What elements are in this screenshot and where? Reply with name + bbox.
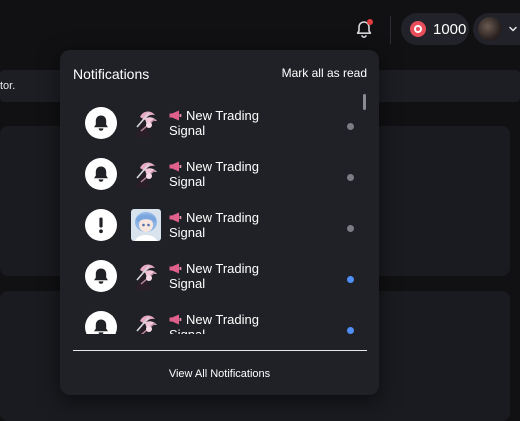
bell-icon xyxy=(85,260,117,292)
header-divider xyxy=(390,16,391,44)
avatar xyxy=(478,17,502,41)
notification-item[interactable]: New TradingSignal xyxy=(60,303,379,334)
exclamation-icon xyxy=(85,209,117,241)
notification-thumbnail xyxy=(131,260,161,292)
coin-icon xyxy=(410,21,426,37)
megaphone-icon xyxy=(169,263,182,274)
notification-thumbnail xyxy=(131,107,161,139)
notification-title-line2: Signal xyxy=(169,174,206,189)
scrollbar[interactable] xyxy=(363,92,367,332)
notification-title: New TradingSignal xyxy=(169,312,279,334)
notification-title: New TradingSignal xyxy=(169,108,279,138)
megaphone-icon xyxy=(169,161,182,172)
read-indicator xyxy=(347,225,354,232)
notification-title: New TradingSignal xyxy=(169,159,279,189)
unread-indicator xyxy=(347,276,354,283)
unread-indicator xyxy=(347,327,354,334)
info-strip-text: tor. xyxy=(0,80,16,92)
notifications-list[interactable]: New Trading Signal New Trading Signal New Tr… xyxy=(60,92,379,334)
notification-item[interactable]: New TradingSignal xyxy=(60,201,379,252)
notification-title-line2: Signal xyxy=(169,276,206,291)
notification-item[interactable]: New TradingSignal xyxy=(60,150,379,201)
notification-thumbnail xyxy=(131,311,161,334)
notification-thumbnail xyxy=(131,158,161,190)
bell-icon xyxy=(85,311,117,334)
bell-icon xyxy=(85,158,117,190)
notification-title-line2: Signal xyxy=(169,225,206,240)
notification-title-line2: Signal xyxy=(169,123,206,138)
panel-divider xyxy=(73,350,367,351)
mark-all-read-button[interactable]: Mark all as read xyxy=(282,66,367,80)
notifications-panel: Notifications Mark all as read New Tradi… xyxy=(60,50,379,395)
read-indicator xyxy=(347,174,354,181)
megaphone-icon xyxy=(169,212,182,223)
notification-title-line1: New Trading xyxy=(186,108,259,123)
notification-badge xyxy=(367,19,373,25)
read-indicator xyxy=(347,123,354,130)
notification-title: New TradingSignal xyxy=(169,210,279,240)
notification-thumbnail xyxy=(131,209,161,241)
notification-title: New TradingSignal xyxy=(169,261,279,291)
megaphone-icon xyxy=(169,110,182,121)
notification-title-line1: New Trading xyxy=(186,159,259,174)
notification-item[interactable]: New TradingSignal xyxy=(60,99,379,150)
coin-value: 1000 xyxy=(433,20,467,38)
coin-balance[interactable]: 1000 xyxy=(401,13,469,45)
panel-title: Notifications xyxy=(73,66,150,82)
notification-title-line1: New Trading xyxy=(186,312,259,327)
notifications-bell-icon[interactable] xyxy=(352,18,376,42)
notification-title-line1: New Trading xyxy=(186,261,259,276)
notification-title-line2: Signal xyxy=(169,327,205,334)
scrollbar-thumb[interactable] xyxy=(363,94,366,110)
notification-item[interactable]: New TradingSignal xyxy=(60,252,379,303)
notification-title-line1: New Trading xyxy=(186,210,259,225)
megaphone-icon xyxy=(169,314,182,325)
chevron-down-icon xyxy=(509,26,517,32)
bell-icon xyxy=(85,107,117,139)
user-menu[interactable] xyxy=(473,13,520,45)
view-all-notifications-link[interactable]: View All Notifications xyxy=(60,368,379,380)
